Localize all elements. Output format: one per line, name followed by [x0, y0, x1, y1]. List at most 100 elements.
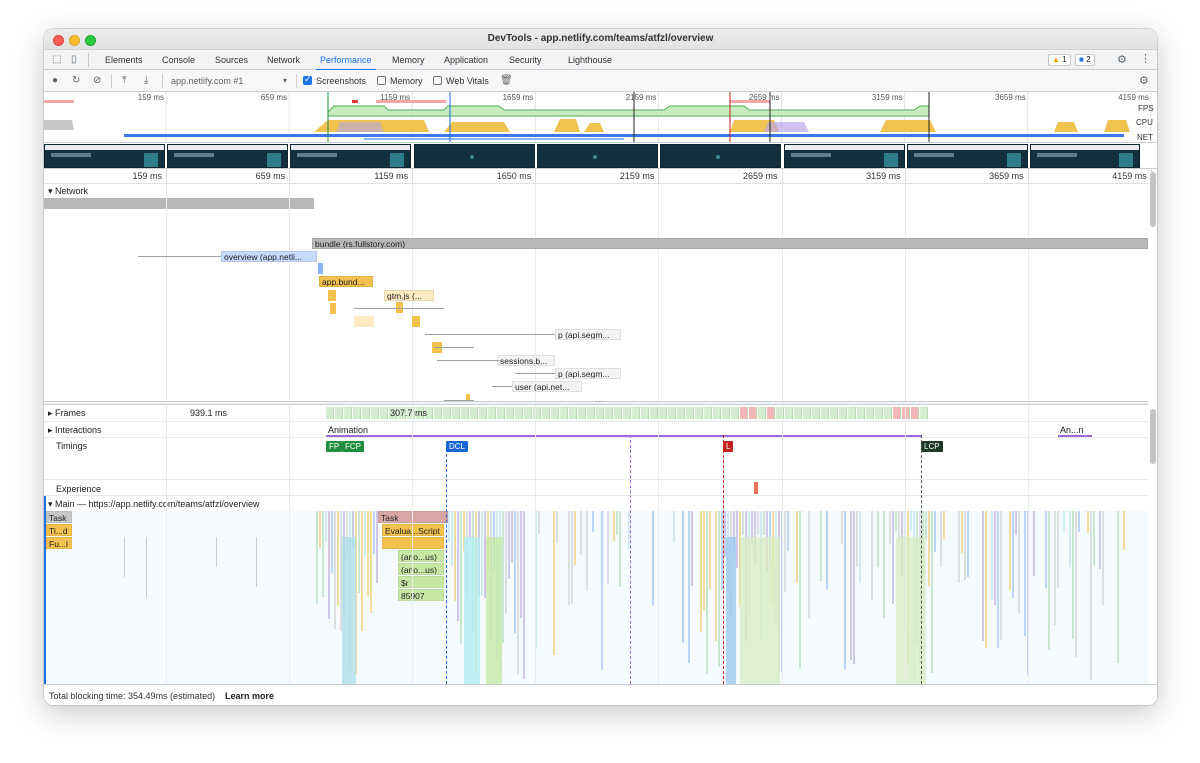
profile-select[interactable]: app.netlify.com #1 — [171, 76, 243, 86]
frame-block[interactable] — [335, 407, 343, 419]
frame-block[interactable] — [434, 407, 442, 419]
flame-column-block[interactable] — [486, 537, 502, 684]
interactions-toggle[interactable]: ▸ Interactions — [48, 425, 102, 436]
frame-block[interactable] — [920, 407, 928, 419]
screenshot-thumbnail[interactable] — [537, 144, 658, 168]
flame-column[interactable] — [370, 511, 372, 613]
flame-column[interactable] — [1099, 511, 1101, 569]
trash-icon[interactable]: 🗑 — [500, 76, 513, 86]
messages-badge[interactable]: ■ 2 — [1075, 54, 1095, 66]
flame-column[interactable] — [1117, 511, 1119, 663]
flame-entry[interactable]: (ano...us) — [398, 550, 444, 562]
flame-column[interactable] — [700, 511, 702, 632]
frame-block[interactable] — [542, 407, 550, 419]
flame-column[interactable] — [997, 511, 999, 648]
frame-block[interactable] — [758, 407, 766, 419]
frame-block[interactable] — [614, 407, 622, 419]
flame-column[interactable] — [1024, 511, 1026, 636]
frame-block[interactable] — [479, 407, 487, 419]
flame-column[interactable] — [1015, 511, 1017, 535]
flame-column[interactable] — [481, 511, 483, 596]
flame-column[interactable] — [571, 511, 573, 604]
screenshots-strip[interactable] — [44, 143, 1157, 169]
flame-column[interactable] — [688, 511, 690, 663]
frame-block[interactable] — [461, 407, 469, 419]
flame-column[interactable] — [652, 511, 654, 605]
more-options-icon[interactable]: ⋮ — [1140, 54, 1151, 65]
flame-column[interactable] — [1000, 511, 1002, 640]
flame-column[interactable] — [892, 511, 894, 604]
frame-block[interactable] — [380, 407, 388, 419]
flame-column[interactable] — [796, 511, 798, 583]
timing-marker-fp[interactable]: FP — [326, 441, 343, 452]
frame-block[interactable] — [911, 407, 919, 419]
record-icon[interactable]: ● — [52, 76, 58, 86]
flame-column[interactable] — [517, 511, 519, 674]
frame-block[interactable] — [767, 407, 775, 419]
frame-block[interactable] — [857, 407, 865, 419]
flame-column-block[interactable] — [726, 537, 736, 684]
flame-column-block[interactable] — [740, 537, 780, 684]
flame-column[interactable] — [709, 511, 711, 589]
flame-column[interactable] — [742, 511, 744, 535]
frame-block[interactable] — [452, 407, 460, 419]
flame-column[interactable] — [613, 511, 615, 541]
flame-column[interactable] — [586, 511, 588, 591]
flame-column[interactable] — [1087, 511, 1089, 533]
flame-column[interactable] — [469, 511, 471, 538]
flame-column[interactable] — [1090, 511, 1092, 680]
capture-settings-gear-icon[interactable]: ⚙ — [1139, 76, 1149, 87]
frame-block[interactable] — [812, 407, 820, 419]
flame-column[interactable] — [601, 511, 603, 670]
warnings-badge[interactable]: ▲ 1 — [1048, 54, 1071, 66]
timing-marker-fcp[interactable]: FCP — [342, 441, 364, 452]
flame-column[interactable] — [520, 511, 522, 618]
flame-column[interactable] — [373, 511, 375, 554]
frame-block[interactable] — [731, 407, 739, 419]
flame-column[interactable] — [358, 511, 360, 593]
frame-block[interactable] — [587, 407, 595, 419]
flame-column[interactable] — [454, 511, 456, 601]
tab-sources[interactable]: Sources — [215, 55, 248, 65]
flame-column[interactable] — [451, 511, 453, 566]
flame-column[interactable] — [703, 511, 705, 610]
flame-entry[interactable]: 85907 — [398, 589, 444, 601]
frame-block[interactable] — [776, 407, 784, 419]
flame-column[interactable] — [889, 511, 891, 544]
flame-column[interactable] — [673, 511, 675, 542]
network-request[interactable]: overview (app.netli... — [221, 251, 317, 262]
frame-block[interactable] — [875, 407, 883, 419]
frame-block[interactable] — [794, 407, 802, 419]
flame-column[interactable] — [364, 511, 366, 556]
flame-column[interactable] — [715, 511, 717, 641]
flame-column[interactable] — [1033, 511, 1035, 576]
device-toolbar-icon[interactable]: ▯ — [71, 55, 77, 65]
settings-gear-icon[interactable]: ⚙ — [1117, 55, 1127, 66]
flame-column[interactable] — [146, 537, 147, 597]
timeline-overview[interactable]: 159 ms 659 ms 1159 ms 1659 ms 2159 ms 2659 ms… — [44, 92, 1157, 143]
flame-column[interactable] — [799, 511, 801, 669]
flame-column[interactable] — [682, 511, 684, 643]
tab-network[interactable]: Network — [267, 55, 300, 65]
flame-column[interactable] — [376, 511, 378, 583]
flame-column[interactable] — [316, 511, 318, 604]
flame-column[interactable] — [844, 511, 846, 669]
flame-column[interactable] — [895, 511, 897, 531]
frame-block[interactable] — [713, 407, 721, 419]
flame-entry[interactable]: $r — [398, 576, 444, 588]
screenshot-thumbnail[interactable] — [290, 144, 411, 168]
flame-column[interactable] — [1063, 511, 1065, 531]
frame-block[interactable] — [560, 407, 568, 419]
flame-column[interactable] — [982, 511, 984, 641]
animation-bar-2[interactable] — [1058, 435, 1092, 437]
network-request-chunk[interactable] — [330, 303, 336, 314]
flame-column[interactable] — [994, 511, 996, 605]
flame-column[interactable] — [1009, 511, 1011, 590]
flame-column[interactable] — [367, 511, 369, 597]
frame-block[interactable] — [749, 407, 757, 419]
frame-block[interactable] — [515, 407, 523, 419]
flame-column-block[interactable] — [342, 537, 356, 684]
flame-column[interactable] — [538, 511, 540, 534]
upload-profile-icon[interactable]: ⤒ — [122, 76, 126, 86]
network-request[interactable]: p (api.segm... — [555, 329, 621, 340]
